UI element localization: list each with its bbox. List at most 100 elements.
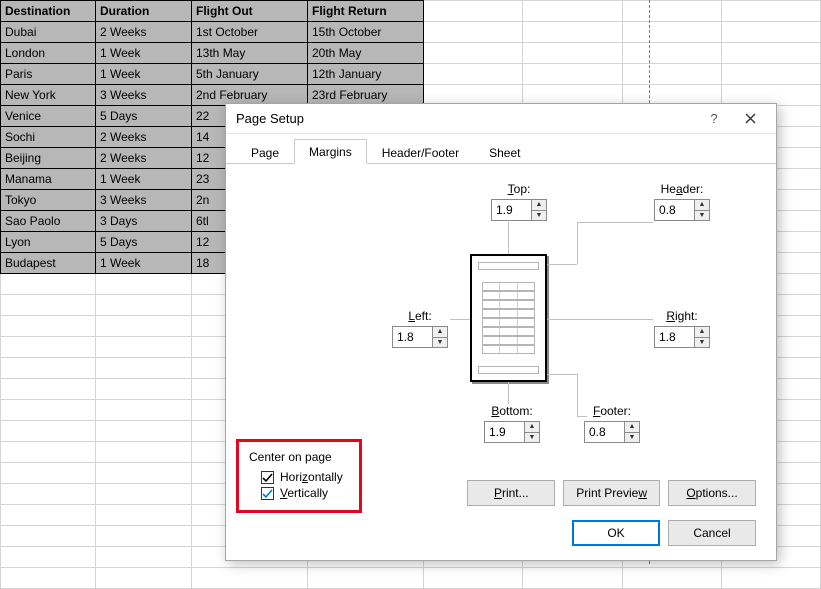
cell[interactable]	[1, 463, 96, 484]
cell[interactable]: Paris	[1, 64, 96, 85]
cell[interactable]	[1, 421, 96, 442]
cell[interactable]	[96, 358, 192, 379]
print-button[interactable]: Print...	[467, 480, 555, 506]
cell[interactable]	[721, 1, 820, 22]
margin-header-input[interactable]	[654, 199, 694, 221]
cell[interactable]: Dubai	[1, 22, 96, 43]
cell[interactable]	[96, 337, 192, 358]
cancel-button[interactable]: Cancel	[668, 520, 756, 546]
cell[interactable]	[96, 442, 192, 463]
cell[interactable]: 2 Weeks	[96, 148, 192, 169]
cell[interactable]: Tokyo	[1, 190, 96, 211]
cell[interactable]	[308, 568, 424, 589]
cell[interactable]: 12th January	[308, 64, 424, 85]
cell[interactable]	[424, 1, 523, 22]
cell[interactable]: New York	[1, 85, 96, 106]
margin-right-spinner[interactable]: ▲▼	[654, 326, 710, 348]
spin-down-icon[interactable]: ▼	[625, 433, 639, 443]
tab-page[interactable]: Page	[236, 140, 294, 164]
cell[interactable]	[96, 568, 192, 589]
cell[interactable]	[1, 547, 96, 568]
cell[interactable]	[523, 22, 622, 43]
dialog-titlebar[interactable]: Page Setup ?	[226, 104, 776, 134]
cell[interactable]	[523, 43, 622, 64]
cell[interactable]: 2 Weeks	[96, 22, 192, 43]
cell[interactable]	[1, 400, 96, 421]
cell[interactable]	[721, 64, 820, 85]
cell[interactable]: 2 Weeks	[96, 127, 192, 148]
cell[interactable]	[1, 568, 96, 589]
margin-bottom-input[interactable]	[484, 421, 524, 443]
cell[interactable]: 1 Week	[96, 253, 192, 274]
cell[interactable]: 20th May	[308, 43, 424, 64]
cell[interactable]	[424, 22, 523, 43]
cell[interactable]	[1, 379, 96, 400]
cell[interactable]	[523, 568, 622, 589]
margin-footer-spinner[interactable]: ▲▼	[584, 421, 640, 443]
spin-up-icon[interactable]: ▲	[532, 200, 546, 211]
margin-left-spinner[interactable]: ▲▼	[392, 326, 448, 348]
margin-top-input[interactable]	[491, 199, 531, 221]
cell[interactable]: 5 Days	[96, 106, 192, 127]
cell[interactable]	[96, 400, 192, 421]
help-button[interactable]: ?	[696, 106, 732, 132]
cell[interactable]	[96, 379, 192, 400]
cell[interactable]: 3 Days	[96, 211, 192, 232]
cell[interactable]: 1 Week	[96, 169, 192, 190]
cell[interactable]	[96, 421, 192, 442]
col-header-flight-out[interactable]: Flight Out	[192, 1, 308, 22]
margin-bottom-spinner[interactable]: ▲▼	[484, 421, 540, 443]
cell[interactable]: 5 Days	[96, 232, 192, 253]
spin-down-icon[interactable]: ▼	[532, 211, 546, 221]
vertically-checkbox-row[interactable]: Vertically	[261, 486, 349, 500]
cell[interactable]	[622, 43, 721, 64]
cell[interactable]	[96, 547, 192, 568]
cell[interactable]	[424, 568, 523, 589]
vertically-checkbox[interactable]	[261, 487, 274, 500]
horizontally-checkbox[interactable]	[261, 471, 274, 484]
cell[interactable]: Manama	[1, 169, 96, 190]
cell[interactable]	[1, 316, 96, 337]
cell[interactable]: 5th January	[192, 64, 308, 85]
cell[interactable]	[622, 568, 721, 589]
cell[interactable]	[523, 1, 622, 22]
cell[interactable]	[721, 22, 820, 43]
col-header-duration[interactable]: Duration	[96, 1, 192, 22]
margin-right-input[interactable]	[654, 326, 694, 348]
margin-left-input[interactable]	[392, 326, 432, 348]
cell[interactable]	[96, 505, 192, 526]
margin-top-spinner[interactable]: ▲▼	[491, 199, 547, 221]
tab-sheet[interactable]: Sheet	[474, 140, 535, 164]
cell[interactable]: 1st October	[192, 22, 308, 43]
cell[interactable]	[721, 568, 820, 589]
spin-down-icon[interactable]: ▼	[433, 338, 447, 348]
cell[interactable]	[96, 274, 192, 295]
cell[interactable]: London	[1, 43, 96, 64]
cell[interactable]	[424, 43, 523, 64]
cell[interactable]: 1 Week	[96, 64, 192, 85]
cell[interactable]	[96, 295, 192, 316]
cell[interactable]	[622, 64, 721, 85]
cell[interactable]	[1, 337, 96, 358]
cell[interactable]	[96, 526, 192, 547]
spin-up-icon[interactable]: ▲	[695, 327, 709, 338]
cell[interactable]	[1, 484, 96, 505]
cell[interactable]	[1, 526, 96, 547]
close-button[interactable]	[732, 106, 768, 132]
cell[interactable]: Venice	[1, 106, 96, 127]
col-header-flight-return[interactable]: Flight Return	[308, 1, 424, 22]
cell[interactable]: Sochi	[1, 127, 96, 148]
spin-up-icon[interactable]: ▲	[625, 422, 639, 433]
horizontally-checkbox-row[interactable]: Horizontally	[261, 470, 349, 484]
margin-header-spinner[interactable]: ▲▼	[654, 199, 710, 221]
cell[interactable]	[622, 22, 721, 43]
cell[interactable]: 13th May	[192, 43, 308, 64]
tab-margins[interactable]: Margins	[294, 139, 367, 164]
options-button[interactable]: Options...	[668, 480, 756, 506]
spin-down-icon[interactable]: ▼	[695, 211, 709, 221]
print-preview-button[interactable]: Print Preview	[563, 480, 660, 506]
cell[interactable]: Sao Paolo	[1, 211, 96, 232]
cell[interactable]: Budapest	[1, 253, 96, 274]
cell[interactable]	[192, 568, 308, 589]
cell[interactable]	[1, 274, 96, 295]
